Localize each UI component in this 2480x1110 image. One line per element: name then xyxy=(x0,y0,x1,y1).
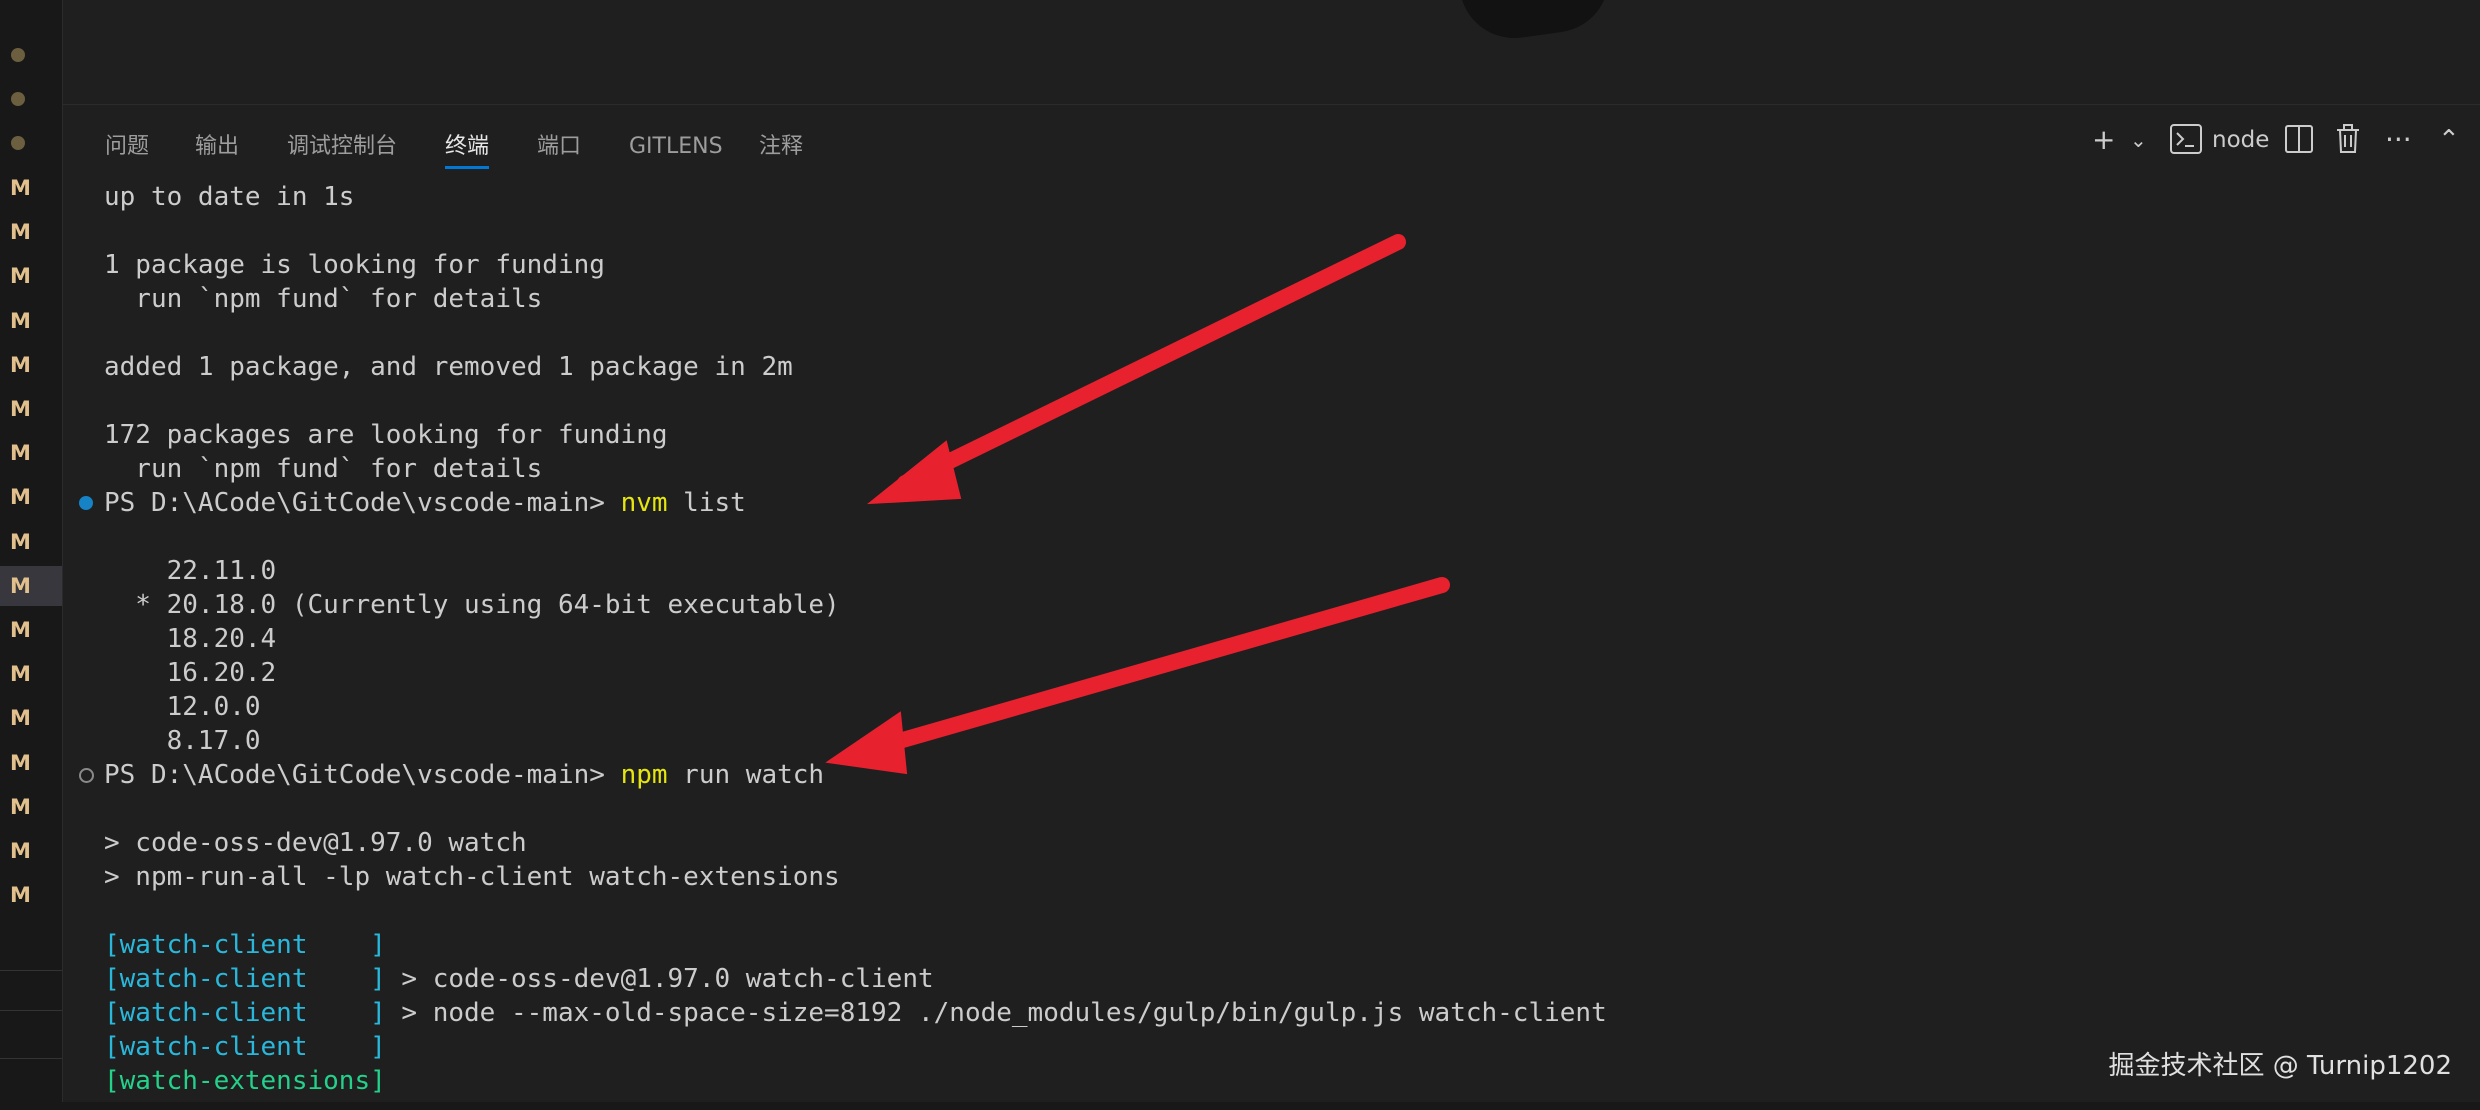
modified-marker[interactable]: M xyxy=(10,433,50,473)
panel-tabbar: 问题 输出 调试控制台 终端 端口 GITLENS 注释 xyxy=(63,105,2480,177)
modified-marker[interactable]: M xyxy=(10,654,50,694)
tab-debug-console[interactable]: 调试控制台 xyxy=(287,127,397,167)
task-output: > code-oss-dev@1.97.0 watch-client xyxy=(385,964,934,994)
editor-decoration xyxy=(1459,0,1617,46)
watermark: 掘金技术社区 @ Turnip1202 xyxy=(2108,1051,2452,1081)
terminal-line: 16.20.2 xyxy=(104,658,277,688)
task-tag: [watch-client ] xyxy=(104,998,386,1028)
modified-marker[interactable]: M xyxy=(10,831,50,871)
split-icon[interactable] xyxy=(2285,124,2313,164)
gutter-dot xyxy=(11,92,25,106)
terminal-line: [watch-client ] xyxy=(104,1030,386,1064)
modified-marker[interactable]: M xyxy=(10,698,50,738)
task-tag: [watch-client ] xyxy=(104,964,386,994)
terminal-line: PS D:\ACode\GitCode\vscode-main> nvm lis… xyxy=(79,486,746,520)
command-args: list xyxy=(667,488,746,518)
terminal-line: * 20.18.0 (Currently using 64-bit execut… xyxy=(104,590,840,620)
more-icon[interactable]: ··· xyxy=(2385,120,2412,160)
modified-marker[interactable]: M xyxy=(0,565,62,606)
terminal-line: 8.17.0 xyxy=(104,726,261,756)
status-edge xyxy=(0,1102,2480,1110)
modified-marker[interactable]: M xyxy=(10,477,50,517)
trash-icon[interactable] xyxy=(2335,124,2361,164)
task-tag: [watch-client ] xyxy=(104,930,386,960)
terminal-line: [watch-client ] xyxy=(104,928,386,962)
tab-terminal[interactable]: 终端 xyxy=(445,127,490,169)
modified-marker[interactable]: M xyxy=(10,522,50,562)
modified-marker[interactable]: M xyxy=(10,743,50,783)
tab-comments[interactable]: 注释 xyxy=(759,127,803,167)
chevron-down-icon[interactable]: ⌄ xyxy=(2130,120,2147,160)
prompt: PS D:\ACode\GitCode\vscode-main> xyxy=(104,488,621,518)
task-output: > node --max-old-space-size=8192 ./node_… xyxy=(385,998,1607,1028)
terminal-line: [watch-client ] > node --max-old-space-s… xyxy=(104,996,1607,1030)
gutter-dot xyxy=(11,136,25,150)
terminal-line: 18.20.4 xyxy=(104,624,277,654)
command: npm xyxy=(620,760,668,790)
terminal-line: 172 packages are looking for funding xyxy=(104,420,668,450)
gutter-divider xyxy=(0,970,62,971)
gutter-divider xyxy=(0,1058,62,1059)
vscode-window: MMMMMMMMMMMMMMMMM 问题 输出 调试控制台 终端 端口 GITL… xyxy=(0,0,2480,1110)
terminal-line: 1 package is looking for funding xyxy=(104,250,605,280)
gutter-divider xyxy=(0,1010,62,1011)
terminal-icon[interactable] xyxy=(2170,124,2202,164)
tab-problems[interactable]: 问题 xyxy=(105,127,149,167)
editor-area xyxy=(63,0,2480,105)
modified-marker[interactable]: M xyxy=(10,256,50,296)
modified-marker[interactable]: M xyxy=(10,301,50,341)
command-args: run watch xyxy=(667,760,825,790)
tab-gitlens[interactable]: GITLENS xyxy=(629,127,723,167)
task-tag: [watch-client ] xyxy=(104,1032,386,1062)
modified-marker[interactable]: M xyxy=(10,389,50,429)
terminal-line: 22.11.0 xyxy=(104,556,277,586)
modified-marker[interactable]: M xyxy=(10,787,50,827)
tab-ports[interactable]: 端口 xyxy=(537,127,581,167)
terminal-output[interactable]: up to date in 1s 1 package is looking for… xyxy=(79,180,2444,1110)
tab-output[interactable]: 输出 xyxy=(195,127,239,167)
task-tag: [watch-extensions] xyxy=(104,1066,386,1096)
prompt: PS D:\ACode\GitCode\vscode-main> xyxy=(104,760,621,790)
terminal-line: up to date in 1s xyxy=(104,182,355,212)
terminal-line: > npm-run-all -lp watch-client watch-ext… xyxy=(104,862,840,892)
terminal-line: 12.0.0 xyxy=(104,692,261,722)
chevron-up-icon[interactable]: ⌃ xyxy=(2438,120,2460,160)
terminal-line: run `npm fund` for details xyxy=(104,454,543,484)
modified-marker[interactable]: M xyxy=(10,610,50,650)
command-decoration-icon[interactable] xyxy=(79,768,94,783)
terminal-line: PS D:\ACode\GitCode\vscode-main> npm run… xyxy=(79,758,825,792)
modified-marker[interactable]: M xyxy=(10,212,50,252)
plus-icon[interactable]: + xyxy=(2092,120,2115,160)
terminal-line: [watch-extensions] xyxy=(104,1064,386,1098)
command: nvm xyxy=(620,488,668,518)
terminal-line: added 1 package, and removed 1 package i… xyxy=(104,352,793,382)
modified-marker[interactable]: M xyxy=(10,168,50,208)
modified-marker[interactable]: M xyxy=(10,875,50,915)
terminal-line: > code-oss-dev@1.97.0 watch xyxy=(104,828,527,858)
terminal-line: [watch-client ] > code-oss-dev@1.97.0 wa… xyxy=(104,962,934,996)
scm-gutter: MMMMMMMMMMMMMMMMM xyxy=(0,0,63,1110)
terminal-line: run `npm fund` for details xyxy=(104,284,543,314)
gutter-dot xyxy=(11,48,25,62)
terminal-name[interactable]: node xyxy=(2212,120,2269,160)
command-decoration-icon[interactable] xyxy=(79,496,93,510)
modified-marker[interactable]: M xyxy=(10,345,50,385)
